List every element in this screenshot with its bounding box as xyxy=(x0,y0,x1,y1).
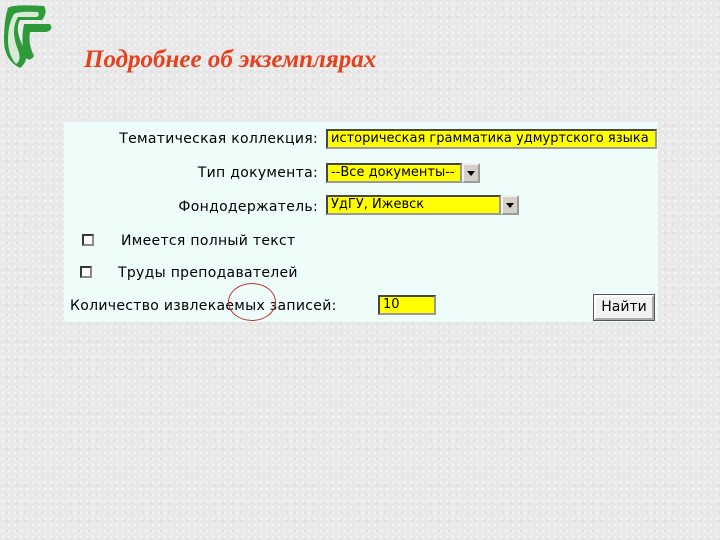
fulltext-label: Имеется полный текст xyxy=(121,233,296,249)
collection-field[interactable]: историческая грамматика удмуртского язык… xyxy=(326,129,657,149)
teachers-label: Труды преподавателей xyxy=(118,265,298,281)
fulltext-checkbox[interactable] xyxy=(82,234,94,246)
collection-label: Тематическая коллекция: xyxy=(119,131,318,147)
slide-title: Подробнее об экземплярах xyxy=(84,46,377,73)
teachers-checkbox[interactable] xyxy=(80,266,92,278)
chevron-down-icon[interactable] xyxy=(462,163,480,183)
holder-selected-value: УдГУ, Ижевск xyxy=(326,195,501,215)
highlight-circle xyxy=(228,283,276,321)
doctype-select[interactable]: --Все документы-- xyxy=(326,163,480,183)
logo-icon xyxy=(4,5,52,69)
count-input[interactable]: 10 xyxy=(378,295,436,315)
doctype-selected-value: --Все документы-- xyxy=(326,163,462,183)
find-button[interactable]: Найти xyxy=(593,294,655,321)
search-form-panel xyxy=(64,122,658,322)
count-label: Количество извлекаемых записей: xyxy=(70,298,337,314)
holder-label: Фондодержатель: xyxy=(178,199,318,215)
doctype-label: Тип документа: xyxy=(197,165,318,181)
holder-select[interactable]: УдГУ, Ижевск xyxy=(326,195,519,215)
chevron-down-icon[interactable] xyxy=(501,195,519,215)
